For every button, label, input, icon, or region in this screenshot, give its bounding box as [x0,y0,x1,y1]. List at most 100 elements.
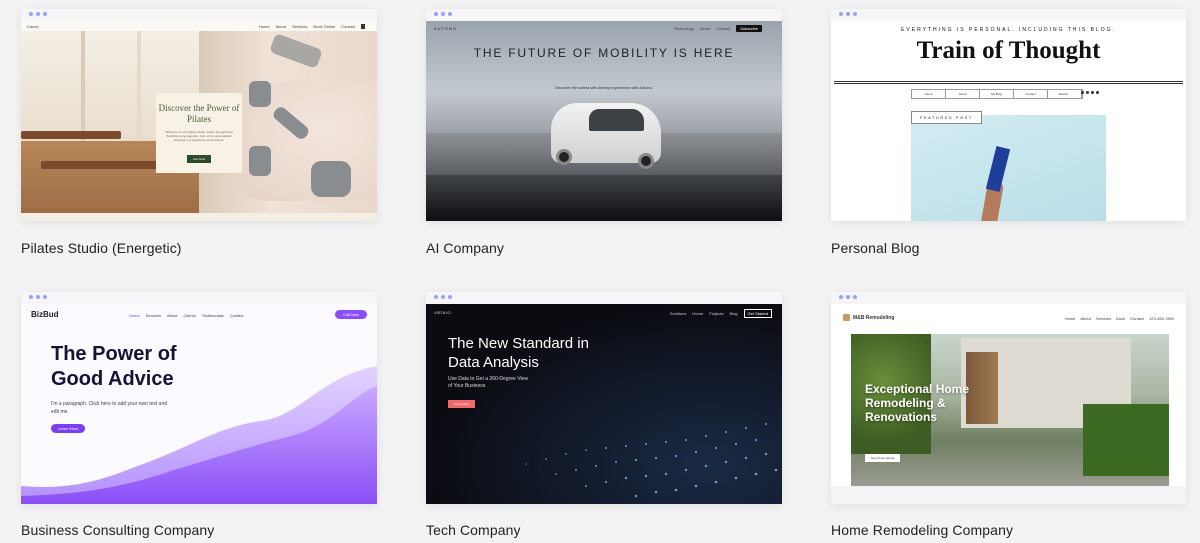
subscribe-button: Subscribe [736,25,762,32]
browser-chrome [831,9,1186,21]
social-icon [1096,91,1099,94]
social-icon [1091,91,1094,94]
hero-subtext: Discover the safest self-driving experie… [554,85,654,90]
nav-item: Home [1064,316,1076,321]
nav-item: About [699,26,711,31]
template-card-personal-blog[interactable]: EVERYTHING IS PERSONAL. INCLUDING THIS B… [831,9,1186,221]
window-dots-icon [29,12,47,16]
template-preview: EVERYTHING IS PERSONAL. INCLUDING THIS B… [831,21,1186,221]
window-dots-icon [434,12,452,16]
blog-nav: Home About My Blog Contact Search... [911,89,1083,99]
nav-item: Contact [341,24,355,29]
site-logo: Canvo [27,24,39,29]
site-nav: Home About Services Book Online Contact [259,24,365,29]
hero-body: I'm a paragraph. Click here to add your … [51,401,168,415]
hero-headline: The Power of Good Advice [51,343,177,390]
wheel-icon [556,149,572,165]
site-logo: M&B Remodeling [853,315,895,321]
call-now-button: Call Now [334,310,367,319]
learn-more-button: Learn More [51,424,86,433]
hero-headline: Discover the Power of Pilates [158,103,240,124]
template-caption[interactable]: AI Company [426,240,504,256]
hero-headline: The New Standard in Data Analysis [448,335,589,371]
nav-item: Book Online [313,24,336,29]
template-card-business-consulting[interactable]: BizBud Home Services About Clients Testi… [21,292,377,504]
template-preview: M&B Remodeling Home About Services Book … [831,304,1186,504]
nav-item: Contact [1014,90,1048,98]
template-caption[interactable]: Personal Blog [831,240,919,256]
browser-chrome [831,292,1186,304]
site-nav: Technology About Contact Subscribe [674,25,762,32]
hero-subtext: Use Data to Get a 360-Degree View of You… [448,376,528,389]
nav-item: Contact [229,313,244,318]
nav-item: Projects [709,311,724,316]
site-nav: Home Services About Clients Testimonials… [129,313,244,318]
home-logo-icon [843,314,850,321]
site-logo: VISTA.IO [434,310,451,315]
hedge-image [1083,404,1169,476]
get-started-button: Get Started [743,309,772,318]
nav-item: Home [692,311,704,316]
nav-item: About [167,313,178,318]
nav-item: Technology [673,26,694,31]
nav-item: About [946,90,980,98]
window-dots-icon [839,12,857,16]
template-preview: AUTONO Technology About Contact Subscrib… [426,21,782,221]
nav-item: Book [1116,316,1126,321]
site-nav: Home About Services Book Contact 123-456… [1065,316,1174,321]
nav-item: About [275,24,287,29]
social-icon [1081,91,1084,94]
blog-tagline: EVERYTHING IS PERSONAL. INCLUDING THIS B… [901,27,1116,33]
nav-item: Contact [716,26,731,31]
hero-button: Join Now [186,155,212,163]
nav-item: Testimonials [201,313,224,318]
template-caption[interactable]: Tech Company [426,522,521,538]
browser-chrome [21,9,377,21]
template-caption[interactable]: Pilates Studio (Energetic) [21,240,182,256]
dumbbell-icon [249,146,271,176]
dumbbell-icon [249,81,271,107]
template-card-home-remodeling[interactable]: M&B Remodeling Home About Services Book … [831,292,1186,504]
template-card-tech-company[interactable]: VISTA.IO Solutions Home Projects Blog Ge… [426,292,782,504]
wheel-icon [638,153,654,169]
window-dots-icon [434,295,452,299]
site-logo: AUTONO [434,26,458,31]
nav-item: Blog [729,311,738,316]
search-field: Search... [1048,90,1082,98]
nav-item: Home [129,313,140,318]
template-preview: Canvo Home About Services Book Online Co… [21,21,377,221]
browser-chrome [426,292,782,304]
particle-wave-graphic [525,423,778,498]
nav-item: Solutions [669,311,687,316]
nav-item: About [1080,316,1091,321]
cart-icon [361,24,365,29]
nav-item: Clients [183,313,196,318]
template-preview: BizBud Home Services About Clients Testi… [21,304,377,504]
window-dots-icon [839,295,857,299]
nav-item: Services [145,313,162,318]
template-caption[interactable]: Home Remodeling Company [831,522,1013,538]
template-card-ai-company[interactable]: AUTONO Technology About Contact Subscrib… [426,9,782,221]
site-nav: Solutions Home Projects Blog Get Started [670,309,772,318]
browser-chrome [426,9,782,21]
site-header: Canvo Home About Services Book Online Co… [21,21,377,31]
site-logo: BizBud [31,310,59,319]
nav-item: Services [1095,316,1112,321]
browser-chrome [21,292,377,304]
nav-item: Contact [1130,316,1145,321]
nav-item: Home [912,90,946,98]
window-dots-icon [29,295,47,299]
hero-panel: Discover the Power of Pilates Welcome to… [156,93,242,173]
learn-more-button: Learn More [448,400,476,408]
social-icon [1086,91,1089,94]
featured-image [911,115,1106,221]
hero-headline: THE FUTURE OF MOBILITY IS HERE [473,46,735,60]
featured-post-label: FEATURED POST [911,111,982,124]
template-preview: VISTA.IO Solutions Home Projects Blog Ge… [426,304,782,504]
template-caption[interactable]: Business Consulting Company [21,522,214,538]
nav-item: Home [258,24,270,29]
template-gallery: Canvo Home About Services Book Online Co… [0,0,1200,543]
nav-item: My Blog [980,90,1014,98]
template-card-pilates[interactable]: Canvo Home About Services Book Online Co… [21,9,377,221]
hero-headline: Exceptional Home Remodeling & Renovation… [865,382,970,424]
